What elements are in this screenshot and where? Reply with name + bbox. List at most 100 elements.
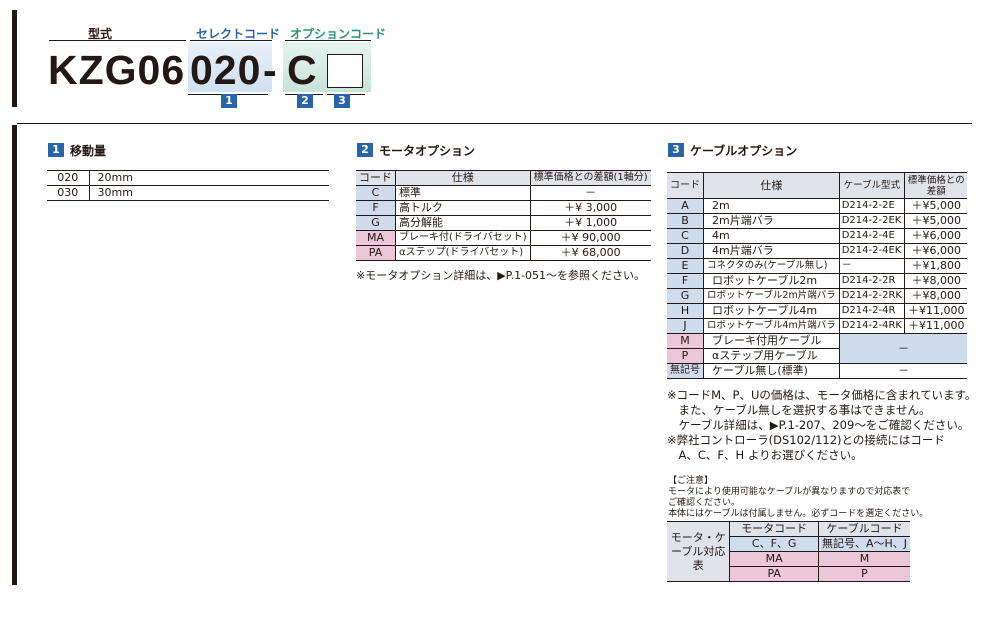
table-row: C 標準 － — [356, 185, 651, 201]
table-cell: D214-2-4R — [838, 303, 905, 319]
table-cell: 無記号 — [667, 363, 704, 379]
table-cell: 高トルク — [395, 200, 531, 216]
note-line: ※弊社コントローラ(DS102/112)との接続にはコード — [667, 433, 945, 447]
table-cell: ＋¥6,000 — [903, 243, 968, 259]
table-header: ケーブルコード — [817, 521, 910, 537]
section1-number: 1 — [48, 143, 64, 157]
table-cell: C — [667, 228, 704, 244]
table-cell: M — [817, 551, 910, 567]
table-header: コード — [667, 172, 704, 199]
table-row: M ブレーキ付用ケーブル－ — [667, 333, 968, 364]
table-cell: P — [817, 566, 910, 582]
table-row: H ロボットケーブル4m D214-2-4R ＋¥11,000 — [667, 303, 968, 319]
table-cell: ＋¥ 1,000 — [529, 215, 651, 231]
table-cell: ＋¥ 68,000 — [529, 245, 651, 261]
table-cell: 020 — [47, 170, 90, 186]
table-cell: D214-2-4RK — [838, 318, 905, 334]
table-row: E コネクタのみ(ケーブル無し) －＋¥1,800 — [667, 258, 968, 274]
table-cell: ＋¥1,800 — [903, 258, 968, 274]
table-cell: ＋¥11,000 — [903, 303, 968, 319]
table-header: 仕様 — [395, 170, 531, 186]
section3-number: 3 — [668, 143, 684, 157]
caution-title: 【ご注意】 — [668, 476, 714, 486]
table-header: モータコード — [729, 521, 819, 537]
select-underline — [190, 40, 272, 41]
note-line: ケーブル詳細は、▶P.1-207、209〜をご確認ください。 — [667, 418, 970, 432]
table-header: ケーブル型式 — [838, 172, 905, 199]
note-line: A、C、F、H よりお選びください。 — [667, 448, 863, 462]
cable-option-table: コード 仕様 ケーブル型式 標準価格との差額 A 2m D214-2-2E ＋¥5,0… — [667, 172, 968, 379]
table-cell: ＋¥8,000 — [903, 273, 968, 289]
table-row: 030 30mm — [47, 185, 329, 201]
table-cell: PA — [356, 245, 396, 261]
table-header-row: コード 仕様 標準価格との差額(1軸分) — [356, 170, 651, 186]
note-line: また、ケーブル無しを選択する事はできません。 — [667, 403, 931, 417]
header-left-bar — [12, 10, 17, 107]
caution-line: 本体にはケーブルは付属しません。必ずコードを選定ください。 — [668, 509, 929, 519]
table-cell: ＋¥5,000 — [903, 198, 968, 214]
table-cell: 無記号、A〜H、J — [817, 536, 910, 552]
table-cell: D214-2-4EK — [838, 243, 905, 259]
section3-title: ケーブルオプション — [690, 144, 798, 158]
table-cell: ＋¥ 90,000 — [529, 230, 651, 246]
cable-notes: ※コードM、P、Uの価格は、モータ価格に含まれています。 また、ケーブル無しを選… — [667, 388, 976, 463]
table-row: MA ブレーキ付(ドライバセット) ＋¥ 90,000 — [356, 230, 651, 246]
table-cell: 2m — [703, 198, 840, 214]
table-cell: － — [838, 258, 905, 274]
header-box-2: 2 — [297, 94, 313, 108]
table-header: 標準価格との差額(1軸分) — [529, 170, 651, 186]
table-row: G 高分解能 ＋¥ 1,000 — [356, 215, 651, 231]
table-cell: 4m — [703, 228, 840, 244]
table-cell: － — [838, 333, 968, 364]
table-cell: ロボットケーブル2m片端バラ — [703, 288, 840, 304]
table-cell: ロボットケーブル2m — [703, 273, 840, 289]
table-cell: αステップ用ケーブル — [703, 348, 840, 364]
motor-option-note: ※モータオプション詳細は、▶P.1-051〜を参照ください。 — [356, 269, 646, 282]
compat-table: モータ・ケーブル対応表 モータコード ケーブルコード C、F、G 無記号、A〜H… — [667, 521, 910, 582]
table-cell: コネクタのみ(ケーブル無し) — [703, 258, 840, 274]
table-cell: ロボットケーブル4m片端バラ — [703, 318, 840, 334]
table-cell: D214-2-2RK — [838, 288, 905, 304]
select-code: 020 — [190, 47, 262, 93]
table-cell: D214-2-2EK — [838, 213, 905, 229]
table-cell: 20mm — [88, 170, 329, 186]
travel-table: 020 20mm 030 30mm — [47, 170, 329, 201]
table-cell: C — [356, 185, 396, 201]
table-cell: αステップ(ドライバセット) — [395, 245, 531, 261]
table-cell: E — [667, 258, 704, 274]
table-cell: M — [667, 333, 704, 349]
divider-line — [17, 123, 972, 124]
table-row: F 高トルク ＋¥ 3,000 — [356, 200, 651, 216]
section2-title: モータオプション — [379, 144, 476, 158]
table-header-row: コード 仕様 ケーブル型式 標準価格との差額 — [667, 172, 968, 199]
option-code-empty-box — [327, 54, 363, 88]
table-cell: G — [356, 215, 396, 231]
table-row: G ロボットケーブル2m片端バラ D214-2-2RK ＋¥8,000 — [667, 288, 968, 304]
body-left-bar — [12, 125, 17, 585]
caution-line: ご確認ください。 — [668, 498, 741, 508]
table-cell: 30mm — [88, 185, 329, 201]
table-header: 仕様 — [703, 172, 840, 199]
table-row: D 4m片端バラ D214-2-4EK ＋¥6,000 — [667, 243, 968, 259]
table-row: A 2m D214-2-2E ＋¥5,000 — [667, 198, 968, 214]
table-cell: 高分解能 — [395, 215, 531, 231]
table-cell: B — [667, 213, 704, 229]
table-cell: D — [667, 243, 704, 259]
table-cell: D214-2-2R — [838, 273, 905, 289]
table-row: F ロボットケーブル2m D214-2-2R ＋¥8,000 — [667, 273, 968, 289]
table-cell: MA — [356, 230, 396, 246]
option-code: C — [287, 47, 318, 93]
table-cell: F — [667, 273, 704, 289]
table-row: PA αステップ(ドライバセット) ＋¥ 68,000 — [356, 245, 651, 261]
table-header: 標準価格との差額 — [903, 172, 968, 199]
table-cell: 030 — [47, 185, 90, 201]
table-cell: ＋¥8,000 — [903, 288, 968, 304]
table-cell: － — [529, 185, 651, 201]
model-underline — [49, 40, 186, 41]
table-cell: F — [356, 200, 396, 216]
section1-title: 移動量 — [70, 144, 107, 158]
table-row: C 4m D214-2-4E ＋¥6,000 — [667, 228, 968, 244]
table-header: コード — [356, 170, 396, 186]
compat-title: モータ・ケーブル対応表 — [667, 521, 731, 582]
table-row: B 2m片端バラ D214-2-2EK ＋¥5,000 — [667, 213, 968, 229]
